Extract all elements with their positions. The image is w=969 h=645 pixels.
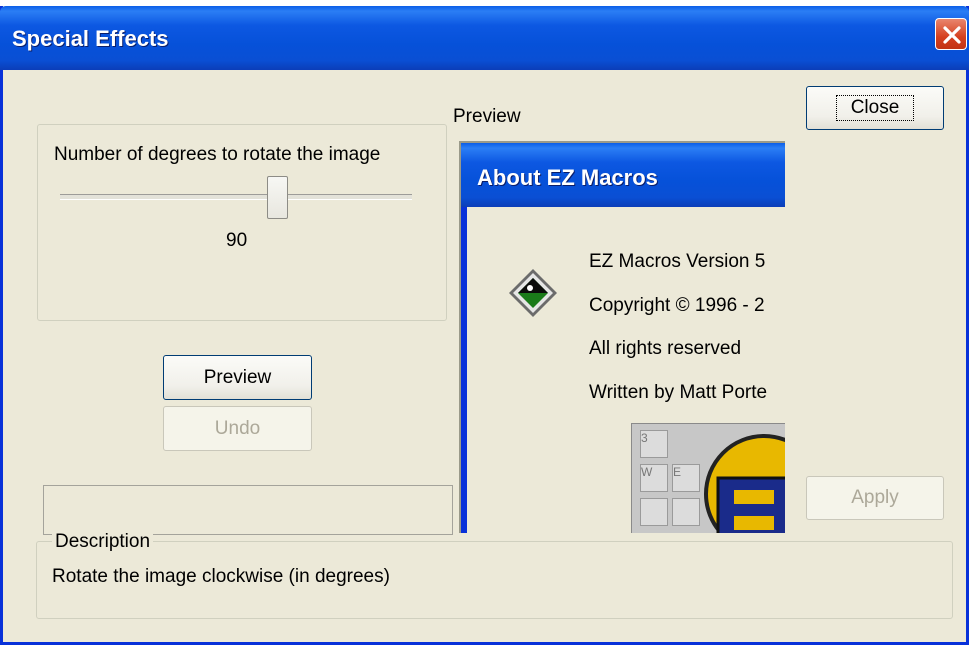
window-title: Special Effects: [12, 26, 169, 51]
ez-macros-logo: 3 W E: [631, 423, 785, 533]
rotation-slider-track[interactable]: [60, 194, 412, 200]
close-button[interactable]: Close: [806, 86, 944, 130]
keyboard-key: [672, 498, 700, 526]
preview-dialog-titlebar: About EZ Macros: [461, 143, 785, 207]
preview-button[interactable]: Preview: [163, 355, 312, 400]
preview-line-author: Written by Matt Porte: [589, 382, 768, 403]
preview-line-version: EZ Macros Version 5: [589, 251, 766, 272]
rotation-label: Number of degrees to rotate the image: [54, 144, 381, 165]
close-window-icon[interactable]: [935, 18, 967, 50]
keyboard-key: E: [672, 464, 700, 492]
preview-line-rights: All rights reserved: [589, 338, 742, 359]
logo-e-icon: [704, 434, 785, 533]
keyboard-key: W: [640, 464, 668, 492]
preview-label: Preview: [453, 106, 521, 127]
preview-dialog-title: About EZ Macros: [477, 165, 658, 190]
preview-button-label: Preview: [203, 366, 272, 388]
close-button-label: Close: [835, 95, 915, 121]
undo-button[interactable]: Undo: [163, 406, 312, 451]
rotation-value: 90: [226, 230, 248, 251]
preview-line-copyright: Copyright © 1996 - 2: [589, 295, 765, 316]
description-legend: Description: [52, 531, 154, 553]
description-text: Rotate the image clockwise (in degrees): [52, 566, 390, 587]
apply-button[interactable]: Apply: [806, 476, 944, 520]
rotation-slider-thumb[interactable]: [267, 176, 288, 219]
app-diamond-icon: [507, 267, 559, 324]
apply-button-label: Apply: [851, 487, 899, 508]
preview-image: About EZ Macros EZ Macros Version 5 Copy…: [459, 141, 785, 533]
keyboard-key: 3: [640, 430, 668, 458]
preview-dialog-body: EZ Macros Version 5 Copyright © 1996 - 2…: [467, 207, 785, 533]
undo-button-label: Undo: [214, 417, 261, 439]
keyboard-key: [640, 498, 668, 526]
status-box: [43, 485, 453, 535]
title-bar[interactable]: Special Effects: [0, 6, 969, 70]
